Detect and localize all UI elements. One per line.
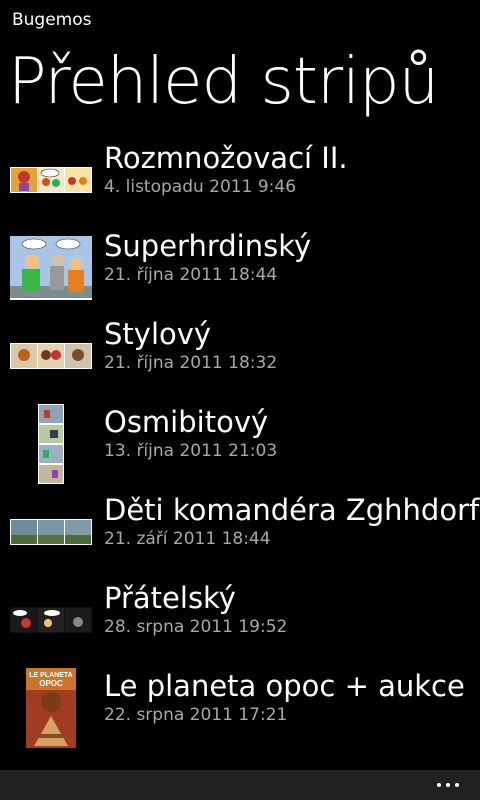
ellipsis-icon[interactable] <box>428 770 468 800</box>
strip-title: Osmibitový <box>104 405 269 439</box>
strip-date: 22. srpna 2011 17:21 <box>104 705 288 725</box>
list-item[interactable]: Rozmnožovací II. 4. listopadu 2011 9:46 <box>0 136 480 224</box>
strip-date: 13. října 2011 21:03 <box>104 441 278 461</box>
strip-title: Stylový <box>104 317 212 351</box>
dot <box>455 783 459 787</box>
strip-title: Přátelský <box>104 581 236 615</box>
list-item[interactable]: Přátelský 28. srpna 2011 19:52 <box>0 576 480 664</box>
application-bar <box>0 770 480 800</box>
page-title: Přehled stripů <box>8 45 439 119</box>
strip-thumbnail <box>10 224 92 312</box>
list-item[interactable]: Superhrdinský 21. října 2011 18:44 <box>0 224 480 312</box>
app-title: Bugemos <box>12 10 92 30</box>
strip-title: Děti komandéra Zghhdorfa <box>104 493 480 527</box>
strip-date: 4. listopadu 2011 9:46 <box>104 177 297 197</box>
strip-title: Rozmnožovací II. <box>104 141 348 175</box>
strip-date: 21. října 2011 18:44 <box>104 265 278 285</box>
list-item[interactable]: LE PLANETA OPOC Le planeta opoc + aukce … <box>0 664 480 752</box>
strip-title: Le planeta opoc + aukce <box>104 669 465 703</box>
strip-thumbnail <box>10 136 92 224</box>
dot <box>446 783 450 787</box>
svg-text:OPOC: OPOC <box>39 679 63 688</box>
strip-thumbnail <box>10 576 92 664</box>
strip-thumbnail <box>10 312 92 400</box>
strip-title: Superhrdinský <box>104 229 312 263</box>
svg-text:LE PLANETA: LE PLANETA <box>29 672 72 679</box>
strip-date: 28. srpna 2011 19:52 <box>104 617 288 637</box>
strip-thumbnail <box>10 488 92 576</box>
dot <box>437 783 441 787</box>
strip-date: 21. září 2011 18:44 <box>104 529 271 549</box>
strip-thumbnail <box>10 400 92 488</box>
list-item[interactable]: Stylový 21. října 2011 18:32 <box>0 312 480 400</box>
strip-date: 21. října 2011 18:32 <box>104 353 278 373</box>
list-item[interactable]: Osmibitový 13. října 2011 21:03 <box>0 400 480 488</box>
strip-thumbnail: LE PLANETA OPOC <box>10 664 92 752</box>
list-item[interactable]: Děti komandéra Zghhdorfa 21. září 2011 1… <box>0 488 480 576</box>
